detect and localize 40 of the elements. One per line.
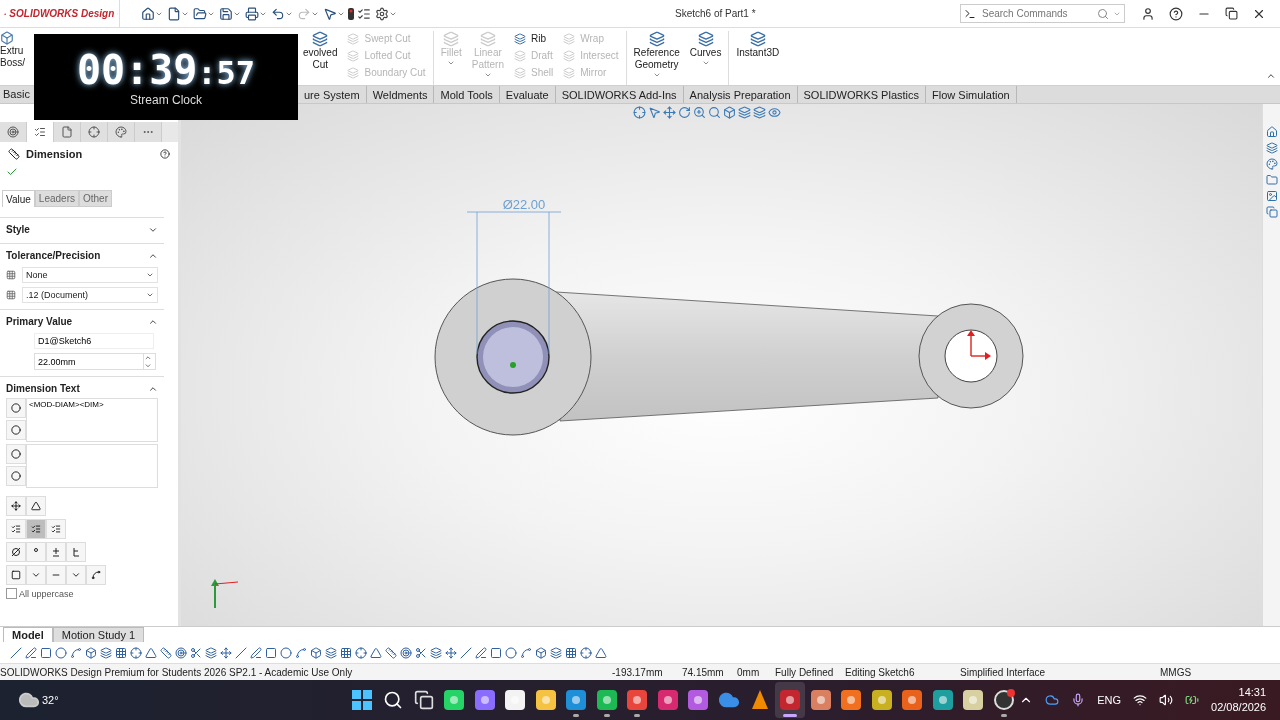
text-above-field[interactable]: <MOD-DIAM><DIM> [26, 398, 158, 442]
tolerance-dropdown[interactable]: None [22, 267, 158, 283]
panel-tab[interactable]: Other [79, 190, 112, 207]
ribbon-button[interactable]: Rib [514, 31, 554, 46]
ribbon-button[interactable]: Curves [684, 31, 727, 85]
document-title: Sketch6 of Part1 * [675, 8, 757, 19]
language-indicator[interactable]: ENG [1097, 694, 1122, 706]
ribbon-button[interactable]: evolved Cut [298, 31, 343, 85]
ribbon-button[interactable]: Instant3D [731, 31, 785, 85]
section-header[interactable]: Dimension Text [6, 381, 158, 396]
clock[interactable]: 14:31 02/08/2026 [1211, 685, 1267, 715]
model-tab[interactable]: Model [3, 627, 53, 642]
clock-time: 00:39:57 [76, 47, 256, 93]
section-header[interactable]: Primary Value [6, 314, 158, 329]
precision-dropdown[interactable]: .12 (Document) [22, 287, 158, 303]
section-header[interactable]: Tolerance/Precision [6, 248, 158, 263]
edit-mode: Editing Sketch6 [845, 666, 916, 678]
model-tab[interactable]: Motion Study 1 [52, 627, 145, 642]
dimension-name-field[interactable]: D1@Sketch6 [34, 333, 154, 349]
search-box[interactable]: Search Commands [960, 4, 1125, 23]
z-coordinate: 0mm [737, 666, 761, 678]
value-spinner[interactable]: 22.00mm [34, 353, 156, 370]
search-field[interactable]: Search Commands [980, 7, 1093, 20]
y-coordinate: 74.15mm [682, 666, 725, 678]
ribbon-button[interactable]: Extru Boss/ [0, 31, 32, 85]
command-tab[interactable]: Basic [0, 86, 33, 103]
panel-tab[interactable]: Value [2, 190, 35, 207]
product-label: SOLIDWORKS Design Premium for Students 2026 SP2.1 - Academic Use Only [0, 666, 354, 678]
temperature: 32° [42, 694, 59, 706]
panel-title: Dimension [26, 148, 84, 160]
ribbon-button[interactable]: Reference Geometry [628, 31, 685, 85]
panel-tab[interactable]: Leaders [34, 190, 79, 207]
interface-mode: Simplified Interface [959, 666, 1047, 678]
app-brand: SOLIDWORKS Design [9, 8, 115, 19]
section-header[interactable]: Style [6, 222, 158, 237]
clock-label: Stream Clock [130, 93, 202, 107]
x-coordinate: -193.17mm [612, 666, 664, 678]
unit-system[interactable]: MMGS [1160, 666, 1220, 678]
checkbox-label: All uppercase [19, 588, 74, 599]
sketch-state: Fully Defined [775, 666, 835, 678]
